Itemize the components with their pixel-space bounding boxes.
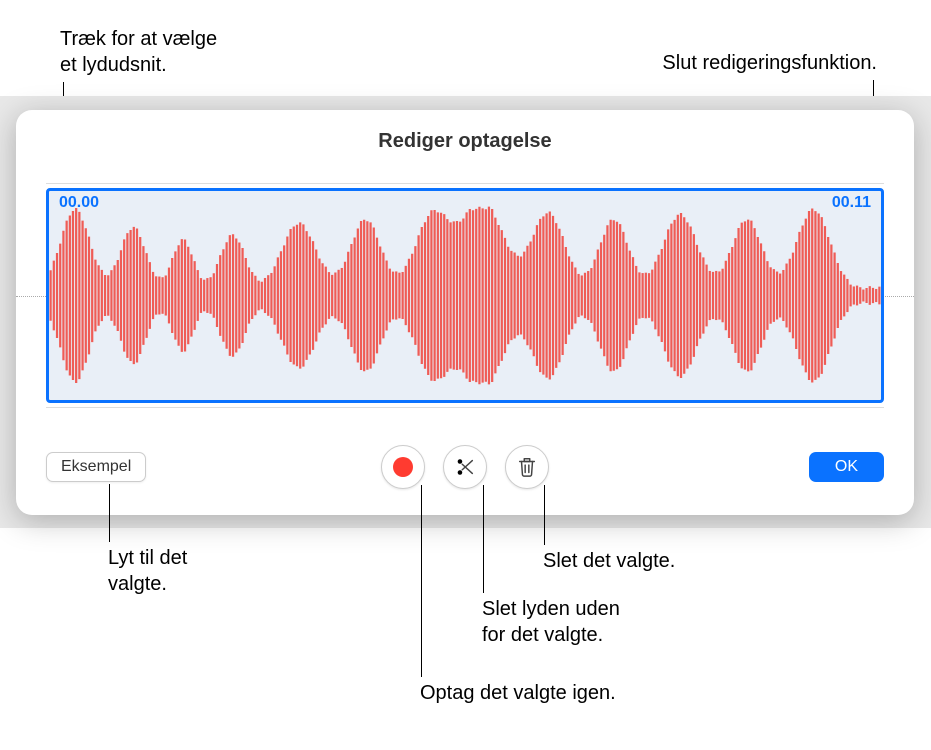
trash-icon bbox=[516, 456, 538, 478]
preview-button[interactable]: Eksempel bbox=[46, 452, 146, 482]
delete-button[interactable] bbox=[505, 445, 549, 489]
callout-drag-select: Træk for at vælge et lydudsnit. bbox=[60, 26, 217, 78]
waveform-container[interactable]: 00.00 00.11 bbox=[46, 183, 884, 408]
callout-trim-outside: Slet lyden uden for det valgte. bbox=[482, 596, 620, 648]
edit-recording-panel: Rediger optagelse 00.00 00.11 Eksempel bbox=[16, 110, 914, 515]
waveform-graphic bbox=[49, 191, 881, 400]
waveform-selection[interactable]: 00.00 00.11 bbox=[46, 188, 884, 403]
callout-exit-editing: Slut redigeringsfunktion. bbox=[662, 50, 877, 76]
center-controls bbox=[381, 445, 549, 489]
callout-preview: Lyt til det valgte. bbox=[108, 545, 187, 597]
callout-line bbox=[483, 485, 484, 593]
panel-title: Rediger optagelse bbox=[16, 110, 914, 153]
editor-toolbar: Eksempel bbox=[46, 447, 884, 487]
record-button[interactable] bbox=[381, 445, 425, 489]
callout-delete-selected: Slet det valgte. bbox=[543, 548, 675, 574]
callout-line bbox=[544, 485, 545, 545]
trim-button[interactable] bbox=[443, 445, 487, 489]
callout-line bbox=[421, 485, 422, 677]
record-icon bbox=[393, 457, 413, 477]
ok-button[interactable]: OK bbox=[809, 452, 884, 482]
callout-line bbox=[109, 484, 110, 542]
callout-record-again: Optag det valgte igen. bbox=[420, 680, 616, 706]
scissors-icon bbox=[454, 456, 476, 478]
